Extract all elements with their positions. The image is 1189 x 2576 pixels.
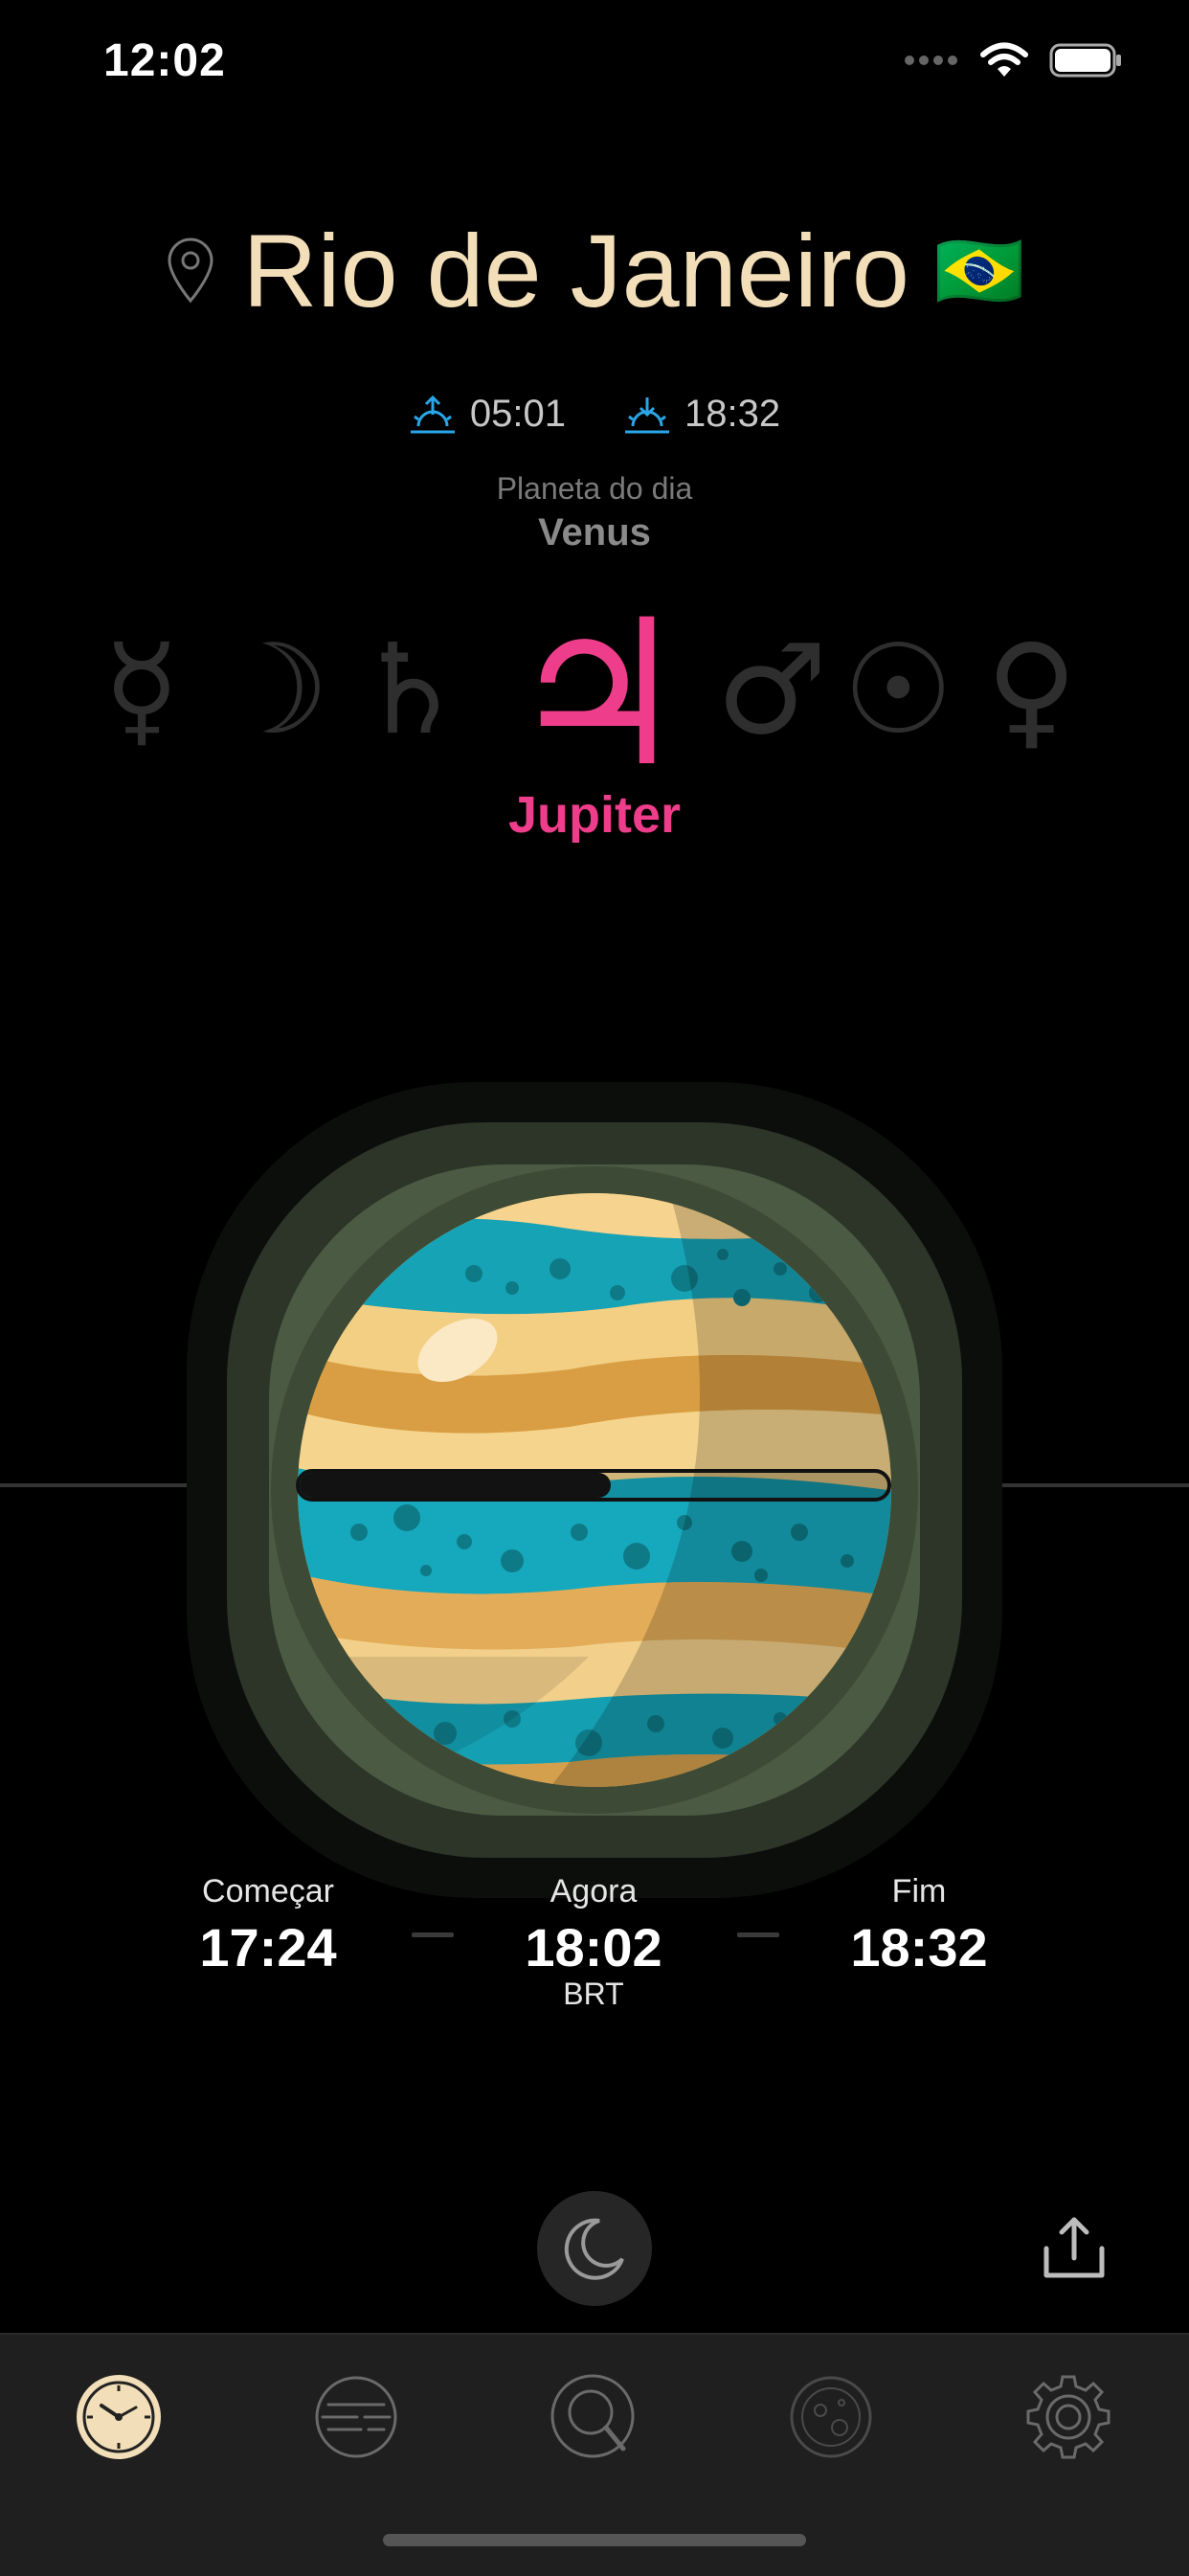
share-icon <box>1043 2217 1105 2278</box>
end-value: 18:32 <box>850 1917 988 1977</box>
flag-icon: 🇧🇷 <box>933 230 1025 312</box>
sunset-icon <box>625 396 669 433</box>
home-indicator[interactable] <box>383 2534 806 2546</box>
mars-symbol-icon[interactable]: ♂ <box>716 627 828 752</box>
tab-clock[interactable] <box>73 2371 165 2463</box>
sunset-time: 18:32 <box>684 393 781 435</box>
search-planet-icon <box>550 2374 635 2458</box>
venus-symbol-icon[interactable]: ♀ <box>986 627 1077 752</box>
sunrise: 05:01 <box>409 393 566 436</box>
tab-search[interactable] <box>548 2371 639 2463</box>
now-value: 18:02 <box>525 1917 662 1977</box>
tab-hours-list[interactable] <box>310 2371 402 2463</box>
location-pin-icon <box>168 237 213 303</box>
sunrise-icon <box>410 395 455 433</box>
start-time: Começar 17:24 <box>172 1873 364 1978</box>
night-mode-button[interactable] <box>537 2191 652 2306</box>
wifi-icon <box>980 42 1028 77</box>
moon-symbol-icon[interactable]: ☽ <box>218 627 330 752</box>
battery-icon <box>1049 43 1121 78</box>
status-icons <box>904 42 1122 79</box>
tab-moon[interactable] <box>785 2371 877 2463</box>
divider <box>737 1932 779 1937</box>
start-label: Começar <box>202 1873 334 1909</box>
tab-settings[interactable] <box>1022 2371 1114 2463</box>
planet-of-day-label: Planeta do dia <box>496 471 693 506</box>
start-value: 17:24 <box>199 1917 337 1977</box>
saturn-symbol-icon[interactable]: ♄ <box>354 627 466 752</box>
now-time: Agora 18:02 <box>498 1873 689 1978</box>
current-planet-name: Jupiter <box>507 786 682 844</box>
now-label: Agora <box>550 1873 638 1909</box>
moon-icon <box>564 2218 624 2280</box>
sun-symbol-icon[interactable]: ☉ <box>842 627 954 752</box>
timezone: BRT <box>563 1977 624 2011</box>
city-name: Rio de Janeiro <box>242 213 909 328</box>
share-button[interactable] <box>1034 2207 1114 2288</box>
status-time: 12:02 <box>103 35 226 86</box>
jupiter-symbol-icon[interactable]: ♃ <box>507 594 687 795</box>
sunset: 18:32 <box>623 393 780 436</box>
hour-progress-fill <box>300 1473 612 1498</box>
planet-of-day-value: Venus <box>538 511 651 554</box>
mercury-symbol-icon[interactable]: ☿ <box>103 627 180 752</box>
gear-icon <box>1026 2375 1110 2459</box>
clock-icon <box>77 2375 161 2459</box>
signal-icon <box>905 56 957 65</box>
lines-icon <box>315 2376 397 2458</box>
sunrise-time: 05:01 <box>469 393 566 435</box>
sun-times: 05:01 18:32 <box>0 393 1189 436</box>
end-time: Fim 18:32 <box>823 1873 1015 1978</box>
moon-planet-icon <box>790 2376 872 2458</box>
end-label: Fim <box>891 1873 947 1909</box>
hour-progress-track <box>296 1469 891 1502</box>
location-header[interactable]: Rio de Janeiro 🇧🇷 <box>0 211 1189 330</box>
divider <box>412 1932 454 1937</box>
